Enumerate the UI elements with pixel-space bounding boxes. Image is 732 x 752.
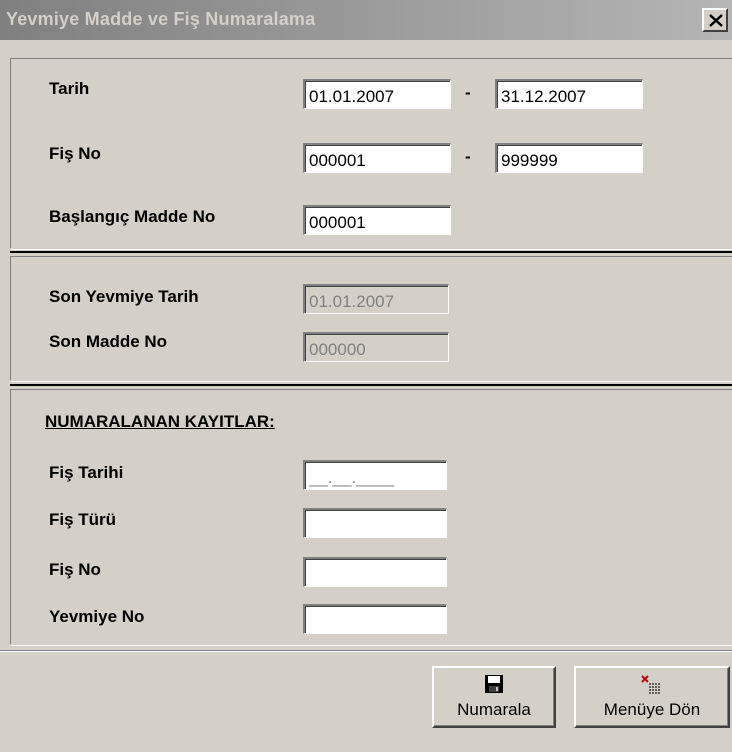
section-divider-2 (10, 384, 732, 386)
numbered-records-heading: NUMARALANAN KAYITLAR: (45, 412, 275, 431)
son-madde-no-input (303, 332, 449, 362)
numbered-records-panel: NUMARALANAN KAYITLAR: Fiş Tarihi Fiş Tür… (10, 389, 732, 646)
range-panel: Tarih - Fiş No - Başlangıç Madde No (10, 58, 732, 250)
title-bar[interactable]: Yevmiye Madde ve Fiş Numaralama (0, 0, 732, 40)
yevmiye-no-input[interactable] (303, 604, 447, 634)
numbered-fis-no-input[interactable] (303, 557, 447, 587)
menuye-don-button[interactable]: Menüye Dön (574, 666, 730, 728)
son-yevmiye-tarih-label: Son Yevmiye Tarih (49, 287, 199, 306)
son-madde-no-label: Son Madde No (49, 332, 168, 351)
date-label: Tarih (49, 79, 90, 98)
date-from-input[interactable] (303, 79, 451, 109)
footer-divider (0, 650, 732, 652)
fis-no-from-input[interactable] (303, 143, 451, 173)
fis-no-to-input[interactable] (495, 143, 643, 173)
fis-turu-input[interactable] (303, 508, 447, 538)
last-values-panel: Son Yevmiye Tarih Son Madde No (10, 256, 732, 382)
fis-no-label: Fiş No (49, 144, 101, 163)
close-button[interactable] (702, 8, 728, 32)
date-to-input[interactable] (495, 79, 643, 109)
start-madde-label: Başlangıç Madde No (49, 207, 216, 226)
yevmiye-no-label: Yevmiye No (49, 607, 145, 626)
numbered-fis-no-label: Fiş No (49, 560, 101, 579)
date-dash: - (465, 83, 471, 102)
son-yevmiye-tarih-input (303, 284, 449, 314)
start-madde-input[interactable] (303, 205, 451, 235)
numarala-button-label: Numarala (457, 700, 531, 719)
close-icon (709, 14, 723, 27)
exit-menu-icon (641, 675, 660, 694)
fis-tarihi-label: Fiş Tarihi (49, 463, 124, 482)
dialog-window: Yevmiye Madde ve Fiş Numaralama Tarih - … (0, 0, 732, 752)
fis-turu-label: Fiş Türü (49, 510, 117, 529)
numarala-button[interactable]: Numarala (432, 666, 556, 728)
floppy-disk-icon (485, 675, 503, 693)
fis-no-dash: - (465, 147, 471, 166)
menuye-don-button-label: Menüye Dön (603, 700, 701, 719)
section-divider-1 (10, 251, 732, 253)
fis-tarihi-input[interactable] (303, 460, 447, 490)
window-title: Yevmiye Madde ve Fiş Numaralama (6, 9, 316, 29)
